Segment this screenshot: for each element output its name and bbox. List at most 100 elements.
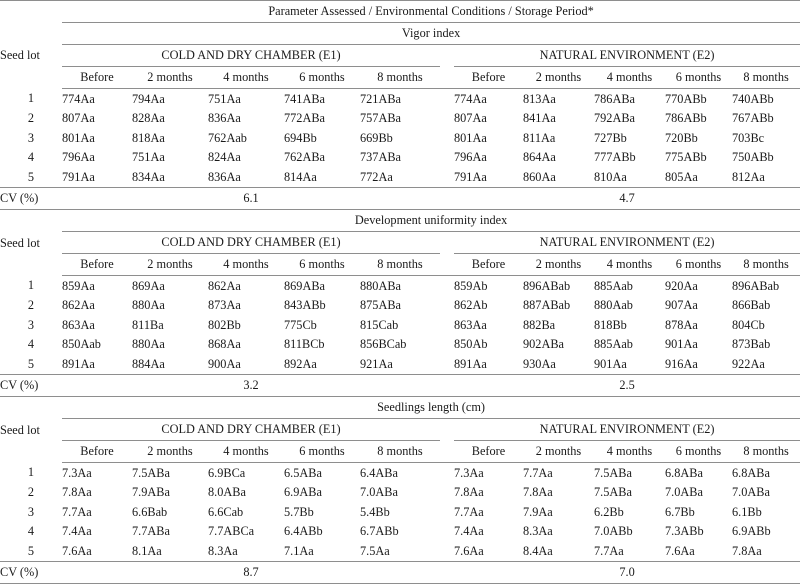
table-row: 4 7.4Aa 7.7ABa 7.7ABCa 6.4ABb 6.7ABb 7.4Aa 8.3A…: [0, 521, 800, 542]
cell-e1-3: 6.9ABa: [284, 482, 360, 503]
table-body: Parameter Assessed / Environmental Condi…: [0, 0, 800, 584]
period-header-e1-2: 4 months: [208, 66, 284, 89]
cell-e1-2: 751Aa: [208, 88, 284, 109]
cell-e1-1: 8.1Aa: [132, 541, 208, 562]
table-container: Parameter Assessed / Environmental Condi…: [0, 0, 800, 584]
cell-e2-3: 7.3ABb: [665, 521, 732, 542]
cell-e2-4: 896ABab: [732, 275, 800, 296]
cell-e2-0: 7.7Aa: [454, 502, 523, 522]
cell-e1-3: 6.4ABb: [284, 521, 360, 542]
cell-e2-2: 786ABa: [594, 88, 665, 109]
cell-e2-4: 866Bab: [732, 295, 800, 316]
cell-e2-0: 807Aa: [454, 108, 523, 129]
row-gap: [440, 295, 454, 316]
cell-e2-2: 7.5ABa: [594, 462, 665, 483]
cell-e1-2: 6.6Cab: [208, 502, 284, 522]
cv-row-2: CV (%) 8.7 7.0: [0, 560, 800, 584]
group-gap-0: [440, 44, 454, 67]
cv-label: CV (%): [0, 560, 62, 584]
cell-e1-2: 8.0ABa: [208, 482, 284, 503]
group-header-row-0: COLD AND DRY CHAMBER (E1) NATURAL ENVIRON…: [0, 44, 800, 67]
cell-e2-4: 6.1Bb: [732, 502, 800, 522]
cell-e2-0: 796Aa: [454, 147, 523, 168]
seed-lot-value: 4: [0, 334, 62, 355]
cell-e1-1: 794Aa: [132, 88, 208, 109]
period-header-e2-4: 8 months: [732, 66, 800, 89]
cell-e1-4: 721ABa: [360, 88, 440, 109]
cell-e1-4: 737ABa: [360, 147, 440, 168]
cell-e1-2: 6.9BCa: [208, 462, 284, 483]
seed-lot-value: 1: [0, 462, 62, 483]
row-gap: [440, 482, 454, 503]
table-row: 1 7.3Aa 7.5ABa 6.9BCa 6.5ABa 6.4ABa 7.3Aa 7.7Aa…: [0, 462, 800, 483]
cell-e1-3: 694Bb: [284, 128, 360, 148]
cell-e2-3: 770ABb: [665, 88, 732, 109]
cv-value-e1: 8.7: [62, 560, 440, 584]
seed-lot-value: 5: [0, 541, 62, 562]
cell-e1-4: 6.4ABa: [360, 462, 440, 483]
group-header-e2-0: NATURAL ENVIRONMENT (E2): [454, 44, 800, 67]
cell-e1-2: 824Aa: [208, 147, 284, 168]
cv-value-e2: 7.0: [454, 560, 800, 584]
cv-gap: [440, 373, 454, 397]
period-header-e1-3: 6 months: [284, 440, 360, 463]
cell-e2-1: 887ABab: [523, 295, 594, 316]
row-gap: [440, 167, 454, 188]
cell-e2-4: 804Cb: [732, 315, 800, 335]
cell-e2-0: 7.4Aa: [454, 521, 523, 542]
cell-e2-0: 862Ab: [454, 295, 523, 316]
group-gap-1: [440, 231, 454, 254]
cell-e1-2: 7.7ABCa: [208, 521, 284, 542]
cell-e2-2: 885Aab: [594, 334, 665, 355]
cell-e1-1: 869Aa: [132, 275, 208, 296]
cell-e2-3: 7.6Aa: [665, 541, 732, 562]
cell-e2-3: 805Aa: [665, 167, 732, 188]
cell-e1-2: 900Aa: [208, 354, 284, 375]
group-header-row-2: COLD AND DRY CHAMBER (E1) NATURAL ENVIRON…: [0, 418, 800, 441]
cell-e2-1: 7.9Aa: [523, 502, 594, 522]
cv-gap: [440, 186, 454, 210]
period-header-row-1: Before 2 months 4 months 6 months 8 months Be…: [0, 253, 800, 276]
row-gap: [440, 521, 454, 542]
cell-e2-2: 885Aab: [594, 275, 665, 296]
cv-value-e1: 6.1: [62, 186, 440, 210]
cell-e2-3: 916Aa: [665, 354, 732, 375]
period-gap-0: [440, 66, 454, 89]
cell-e1-0: 862Aa: [62, 295, 132, 316]
cell-e2-2: 6.2Bb: [594, 502, 665, 522]
cell-e1-4: 815Cab: [360, 315, 440, 335]
period-header-e2-3: 6 months: [665, 66, 732, 89]
cell-e1-2: 868Aa: [208, 334, 284, 355]
cell-e1-1: 7.5ABa: [132, 462, 208, 483]
cell-e1-3: 843ABb: [284, 295, 360, 316]
period-header-e1-3: 6 months: [284, 66, 360, 89]
seed-lot-value: 3: [0, 128, 62, 148]
cell-e2-3: 901Aa: [665, 334, 732, 355]
cell-e1-1: 880Aa: [132, 334, 208, 355]
period-header-e2-2: 4 months: [594, 440, 665, 463]
results-table: Parameter Assessed / Environmental Condi…: [0, 0, 800, 584]
group-header-e2-1: NATURAL ENVIRONMENT (E2): [454, 231, 800, 254]
section-title-row-0: Seed lot Vigor index: [0, 22, 800, 89]
cell-e1-1: 884Aa: [132, 354, 208, 375]
row-gap: [440, 315, 454, 335]
cell-e1-0: 859Aa: [62, 275, 132, 296]
period-header-e1-0: Before: [62, 253, 132, 276]
cell-e1-0: 807Aa: [62, 108, 132, 129]
period-header-e1-0: Before: [62, 66, 132, 89]
spanner-row: Parameter Assessed / Environmental Condi…: [0, 0, 800, 23]
period-header-e2-2: 4 months: [594, 66, 665, 89]
cell-e2-4: 740ABb: [732, 88, 800, 109]
spanner-blank: [0, 0, 62, 23]
table-row: 4 850Aab 880Aa 868Aa 811BCb 856BCab 850Ab 902AB…: [0, 334, 800, 355]
section-title-1: Development uniformity index: [62, 208, 800, 232]
group-header-e1-1: COLD AND DRY CHAMBER (E1): [62, 231, 440, 254]
cell-e2-2: 810Aa: [594, 167, 665, 188]
cell-e1-2: 802Bb: [208, 315, 284, 335]
cv-value-e2: 4.7: [454, 186, 800, 210]
cell-e2-2: 901Aa: [594, 354, 665, 375]
cell-e2-3: 878Aa: [665, 315, 732, 335]
cell-e1-2: 873Aa: [208, 295, 284, 316]
seed-lot-header: Seed lot: [0, 395, 62, 463]
cell-e1-1: 818Aa: [132, 128, 208, 148]
